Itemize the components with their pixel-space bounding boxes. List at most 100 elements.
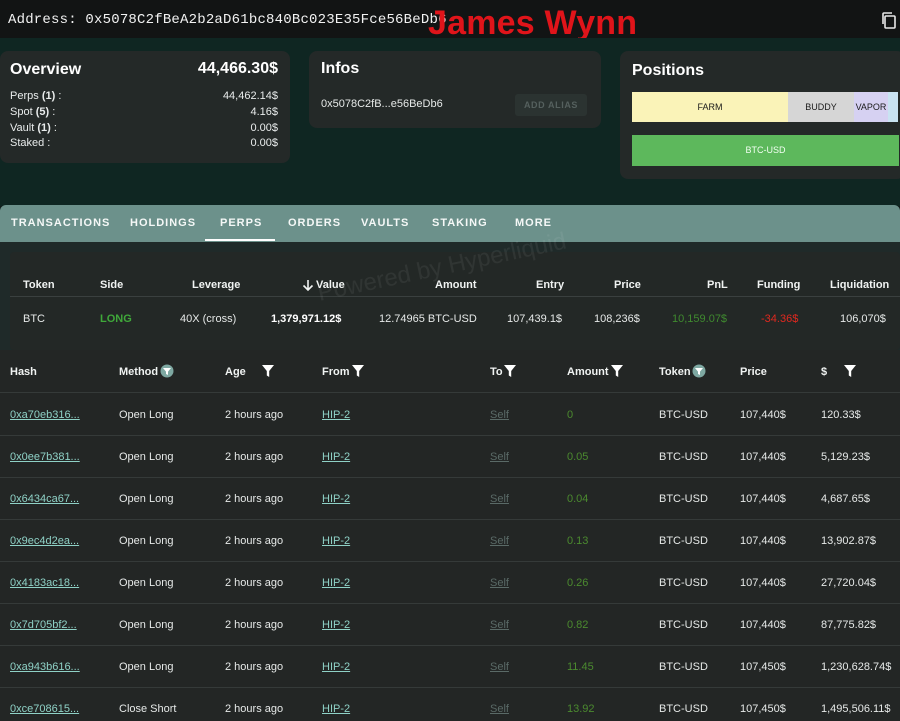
overview-value: 44,462.14$ (222, 90, 278, 102)
tx-from-link[interactable]: HIP-2 (322, 493, 350, 505)
overview-title: Overview (10, 61, 82, 78)
tx-header-price[interactable]: Price (740, 366, 767, 378)
tx-to-link[interactable]: Self (490, 493, 509, 505)
perps-header-liquidation[interactable]: Liquidation (830, 279, 889, 291)
tx-header-token[interactable]: Token (659, 366, 691, 378)
tx-hash-link[interactable]: 0x6434ca67... (10, 493, 79, 505)
filter-icon[interactable] (610, 364, 624, 378)
table-row: 0x4183ac18... Open Long 2 hours ago HIP-… (0, 562, 900, 604)
tab-orders[interactable]: ORDERS (288, 217, 341, 229)
tx-header-age[interactable]: Age (225, 366, 246, 378)
tx-amount: 0 (567, 409, 574, 421)
tx-to-link[interactable]: Self (490, 703, 509, 715)
tx-age: 2 hours ago (225, 703, 284, 715)
arrow-down-icon[interactable] (302, 279, 314, 292)
filter-icon[interactable] (261, 364, 275, 378)
tx-token: BTC-USD (659, 451, 708, 463)
tx-header-from[interactable]: From (322, 366, 350, 378)
wallet-address: Address: 0x5078C2fBeA2b2aD61bc840Bc023E3… (8, 12, 447, 28)
table-row: 0x6434ca67... Open Long 2 hours ago HIP-… (0, 478, 900, 520)
short-address: 0x5078C2fB...e56BeDb6 (321, 98, 443, 110)
tx-to-link[interactable]: Self (490, 619, 509, 631)
filter-icon[interactable] (351, 364, 365, 378)
tx-method: Open Long (119, 493, 174, 505)
tx-usd: 4,687.65$ (821, 493, 870, 505)
tx-age: 2 hours ago (225, 409, 284, 421)
tx-to-link[interactable]: Self (490, 661, 509, 673)
tx-hash-link[interactable]: 0x7d705bf2... (10, 619, 77, 631)
tx-from-link[interactable]: HIP-2 (322, 451, 350, 463)
tab-holdings[interactable]: HOLDINGS (130, 217, 196, 229)
add-alias-button[interactable]: ADD ALIAS (515, 94, 587, 116)
tx-from-link[interactable]: HIP-2 (322, 535, 350, 547)
perps-header-price[interactable]: Price (614, 279, 641, 291)
tx-from-link[interactable]: HIP-2 (322, 661, 350, 673)
tx-price: 107,440$ (740, 577, 786, 589)
tx-method: Open Long (119, 535, 174, 547)
tab-vaults[interactable]: VAULTS (361, 217, 409, 229)
perps-header-pnl[interactable]: PnL (707, 279, 728, 291)
table-row: 0x7d705bf2... Open Long 2 hours ago HIP-… (0, 604, 900, 646)
filter-icon[interactable] (503, 364, 517, 378)
tx-header-method[interactable]: Method (119, 366, 158, 378)
position-block-other[interactable] (888, 92, 898, 122)
tx-from-link[interactable]: HIP-2 (322, 619, 350, 631)
position-block-btc-usd[interactable]: BTC-USD (632, 135, 899, 166)
tx-age: 2 hours ago (225, 577, 284, 589)
tx-to-link[interactable]: Self (490, 451, 509, 463)
tab-transactions[interactable]: TRANSACTIONS (11, 217, 110, 229)
perps-header-funding[interactable]: Funding (757, 279, 800, 291)
perps-leverage: 40X (cross) (180, 313, 237, 325)
tx-from-link[interactable]: HIP-2 (322, 577, 350, 589)
tx-method: Open Long (119, 661, 174, 673)
perps-token: BTC (23, 313, 45, 325)
tab-staking[interactable]: STAKING (432, 217, 488, 229)
perps-header-side[interactable]: Side (100, 279, 123, 291)
tx-hash-link[interactable]: 0xa943b616... (10, 661, 80, 673)
tx-usd: 120.33$ (821, 409, 861, 421)
tx-to-link[interactable]: Self (490, 535, 509, 547)
tx-usd: 1,230,628.74$ (821, 661, 892, 673)
tx-hash-link[interactable]: 0x4183ac18... (10, 577, 79, 589)
tx-hash-link[interactable]: 0xa70eb316... (10, 409, 80, 421)
tx-header-hash[interactable]: Hash (10, 366, 37, 378)
overview-value: 0.00$ (250, 137, 278, 149)
tx-hash-link[interactable]: 0xce708615... (10, 703, 79, 715)
tx-usd: 5,129.23$ (821, 451, 870, 463)
perps-side: LONG (100, 313, 132, 325)
tx-age: 2 hours ago (225, 535, 284, 547)
tx-method: Open Long (119, 451, 174, 463)
tx-to-link[interactable]: Self (490, 577, 509, 589)
tx-from-link[interactable]: HIP-2 (322, 703, 350, 715)
tab-more[interactable]: MORE (515, 217, 552, 229)
perps-header-leverage[interactable]: Leverage (192, 279, 240, 291)
tx-token: BTC-USD (659, 619, 708, 631)
perps-header-token[interactable]: Token (23, 279, 55, 291)
filter-icon[interactable] (843, 364, 857, 378)
tx-amount: 0.82 (567, 619, 589, 631)
perps-liquidation: 106,070$ (840, 313, 886, 325)
tx-from-link[interactable]: HIP-2 (322, 409, 350, 421)
tx-header-usd[interactable]: $ (821, 366, 827, 378)
filter-icon[interactable] (692, 364, 706, 378)
tx-amount: 0.26 (567, 577, 589, 589)
tx-usd: 13,902.87$ (821, 535, 877, 547)
tx-header-to[interactable]: To (490, 366, 503, 378)
tx-method: Open Long (119, 619, 174, 631)
filter-icon[interactable] (160, 364, 174, 378)
tx-to-link[interactable]: Self (490, 409, 509, 421)
tx-hash-link[interactable]: 0x0ee7b381... (10, 451, 80, 463)
position-block-vapor[interactable]: VAPOR (854, 92, 888, 122)
perps-header-entry[interactable]: Entry (536, 279, 564, 291)
copy-icon[interactable] (880, 11, 898, 29)
tab-perps[interactable]: PERPS (220, 217, 262, 229)
tx-hash-link[interactable]: 0x9ec4d2ea... (10, 535, 79, 547)
position-block-buddy[interactable]: BUDDY (788, 92, 854, 122)
tx-header-amount[interactable]: Amount (567, 366, 609, 378)
tx-age: 2 hours ago (225, 493, 284, 505)
transactions-table: Hash Method Age From To Amount Token Pri… (0, 350, 900, 721)
perps-value: 1,379,971.12$ (271, 313, 342, 325)
tx-method: Open Long (119, 577, 174, 589)
tx-token: BTC-USD (659, 661, 708, 673)
position-block-farm[interactable]: FARM (632, 92, 788, 122)
